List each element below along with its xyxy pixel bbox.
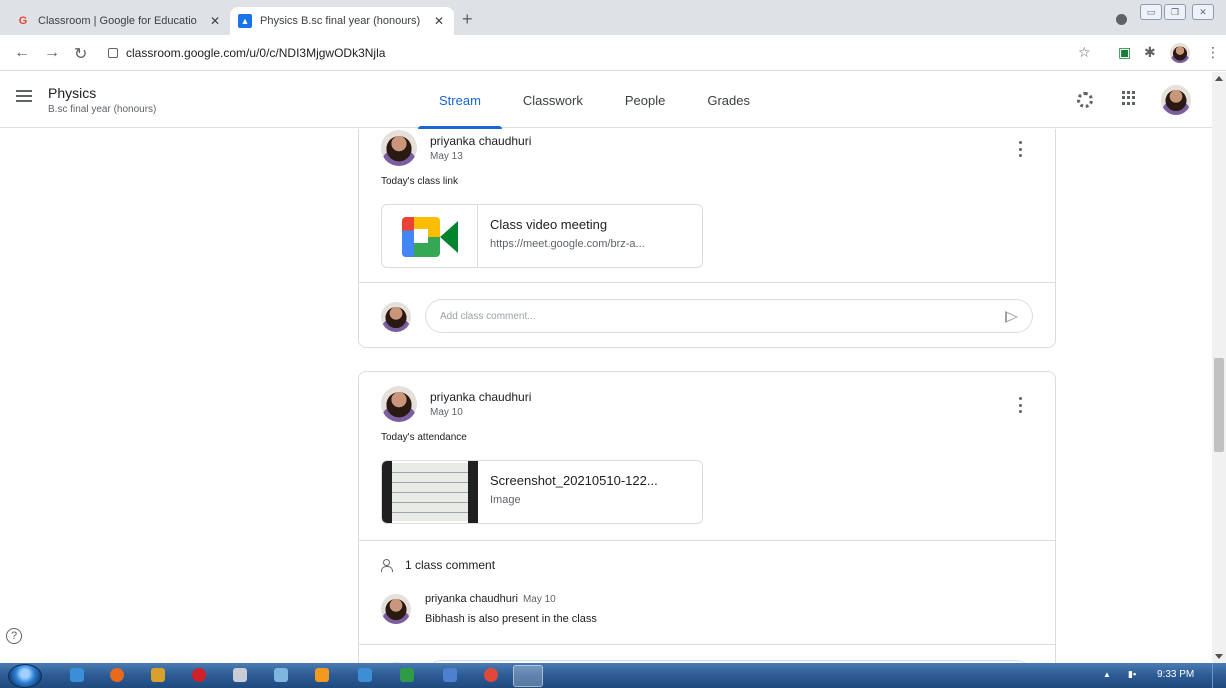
attachment-title: Screenshot_20210510-122...	[490, 473, 658, 488]
close-tab-icon[interactable]: ✕	[432, 14, 446, 28]
close-tab-icon[interactable]: ✕	[208, 14, 222, 28]
google-g-icon: G	[18, 15, 28, 27]
browser-toolbar: ← → ↻ classroom.google.com/u/0/c/NDI3Mjg…	[0, 35, 1226, 71]
browser-tab-bar: G Classroom | Google for Educatio ✕ ▲ Ph…	[0, 0, 1226, 35]
tab-stream[interactable]: Stream	[418, 72, 502, 129]
bookmark-star-icon[interactable]: ☆	[1078, 44, 1091, 61]
post-date: May 13	[430, 151, 463, 162]
class-tabs: Stream Classwork People Grades	[418, 72, 771, 129]
puzzle-extensions-icon[interactable]: ✱	[1144, 44, 1156, 61]
send-icon[interactable]	[1005, 311, 1018, 323]
google-apps-grid-icon[interactable]	[1122, 91, 1136, 105]
classroom-header: Physics B.sc final year (honours) Stream…	[0, 72, 1212, 129]
address-bar[interactable]: classroom.google.com/u/0/c/NDI3MjgwODk3N…	[108, 41, 1068, 65]
show-desktop-button[interactable]	[1212, 663, 1226, 688]
attachment-url: https://meet.google.com/brz-a...	[490, 238, 645, 250]
google-meet-icon	[402, 217, 458, 257]
settings-gear-icon[interactable]	[1077, 92, 1093, 108]
chrome-menu-icon[interactable]: ⋮	[1206, 44, 1220, 61]
help-icon[interactable]: ?	[6, 628, 22, 644]
back-arrow-icon[interactable]: ←	[14, 44, 30, 62]
post-author: priyanka chaudhuri	[430, 390, 532, 404]
profile-indicator-icon[interactable]	[1116, 14, 1127, 25]
tab-grades[interactable]: Grades	[686, 72, 771, 128]
attachment-thumbnail	[382, 205, 478, 267]
chrome-icon[interactable]	[484, 668, 498, 682]
firefox-icon[interactable]	[110, 668, 124, 682]
post-date: May 10	[430, 407, 463, 418]
divider	[359, 644, 1055, 645]
lock-icon	[108, 48, 118, 58]
app-icon[interactable]	[358, 668, 372, 682]
page-scrollbar[interactable]	[1212, 72, 1226, 663]
opera-icon[interactable]	[192, 668, 206, 682]
more-options-icon[interactable]	[1019, 397, 1023, 413]
comment-author: priyanka chaudhuri	[425, 593, 518, 605]
tab-classwork[interactable]: Classwork	[502, 72, 604, 128]
commenter-avatar	[381, 594, 411, 624]
scroll-thumb[interactable]	[1214, 358, 1224, 452]
internet-explorer-icon[interactable]	[70, 668, 84, 682]
stream-feed: priyanka chaudhuri May 13 Today's class …	[0, 129, 1212, 663]
author-avatar	[381, 386, 417, 422]
media-player-icon[interactable]	[315, 668, 329, 682]
class-section: B.sc final year (honours)	[48, 104, 157, 115]
account-avatar[interactable]	[1161, 85, 1191, 115]
attachment-thumbnail	[382, 461, 478, 523]
stream-post-card: priyanka chaudhuri May 10 Today's attend…	[358, 371, 1056, 663]
forward-arrow-icon[interactable]: →	[44, 44, 60, 62]
chrome-active-icon[interactable]	[513, 665, 543, 687]
minimize-window-icon[interactable]: ▭	[1140, 4, 1162, 20]
attendance-sheet-image	[390, 463, 470, 521]
class-comments-toggle[interactable]: 1 class comment	[381, 558, 495, 572]
windows-start-button[interactable]	[8, 664, 42, 688]
commenter-avatar	[381, 302, 411, 332]
class-comment-input[interactable]: Add class comment...	[425, 299, 1033, 333]
scroll-up-arrow-icon[interactable]	[1215, 76, 1223, 81]
image-attachment[interactable]: Screenshot_20210510-122... Image	[381, 460, 703, 524]
windows-taskbar: ▲ ▮▪ 9:33 PM	[0, 663, 1226, 688]
comment-text: Bibhash is also present in the class	[425, 613, 597, 625]
comment-date: May 10	[522, 594, 556, 605]
tray-arrow-icon[interactable]: ▲	[1103, 670, 1111, 679]
more-options-icon[interactable]	[1019, 141, 1023, 157]
classroom-icon: ▲	[238, 14, 252, 28]
post-author: priyanka chaudhuri	[430, 134, 532, 148]
divider	[359, 282, 1055, 283]
browser-tab-classroom-home[interactable]: G Classroom | Google for Educatio ✕	[8, 7, 230, 35]
browser-tab-physics[interactable]: ▲ Physics B.sc final year (honours) ✕	[230, 7, 454, 35]
tray-network-icon[interactable]: ▮▪	[1128, 669, 1136, 680]
class-title[interactable]: Physics	[48, 85, 96, 101]
restore-window-icon[interactable]: ❐	[1164, 4, 1186, 20]
attachment-title: Class video meeting	[490, 217, 608, 232]
comment-placeholder: Add class comment...	[440, 310, 536, 322]
stream-post-card: priyanka chaudhuri May 13 Today's class …	[358, 129, 1056, 348]
tab-people[interactable]: People	[604, 72, 686, 128]
calculator-icon[interactable]	[233, 668, 247, 682]
meet-link-attachment[interactable]: Class video meeting https://meet.google.…	[381, 204, 703, 268]
main-menu-icon[interactable]	[16, 90, 32, 102]
close-window-icon[interactable]: ✕	[1192, 4, 1214, 20]
profile-avatar[interactable]	[1170, 43, 1190, 63]
extension-icon[interactable]: ▣	[1118, 44, 1131, 61]
post-text: Today's attendance	[381, 432, 467, 443]
attachment-type: Image	[490, 494, 521, 506]
excel-icon[interactable]	[400, 668, 414, 682]
reload-icon[interactable]: ↻	[74, 44, 87, 64]
tab-title: Physics B.sc final year (honours)	[260, 15, 421, 27]
post-text: Today's class link	[381, 176, 458, 187]
app-icon[interactable]	[274, 668, 288, 682]
people-icon	[381, 559, 397, 572]
url-text: classroom.google.com/u/0/c/NDI3MjgwODk3N…	[126, 46, 386, 60]
word-icon[interactable]	[443, 668, 457, 682]
divider	[359, 540, 1055, 541]
comment-author-line: priyanka chaudhuri May 10	[425, 593, 556, 605]
new-tab-icon[interactable]: +	[462, 9, 473, 30]
author-avatar	[381, 130, 417, 166]
tab-title: Classroom | Google for Educatio	[38, 15, 197, 27]
taskbar-clock[interactable]: 9:33 PM	[1157, 669, 1194, 680]
app-icon[interactable]	[151, 668, 165, 682]
comment-count-label: 1 class comment	[405, 558, 496, 572]
scroll-down-arrow-icon[interactable]	[1215, 654, 1223, 659]
